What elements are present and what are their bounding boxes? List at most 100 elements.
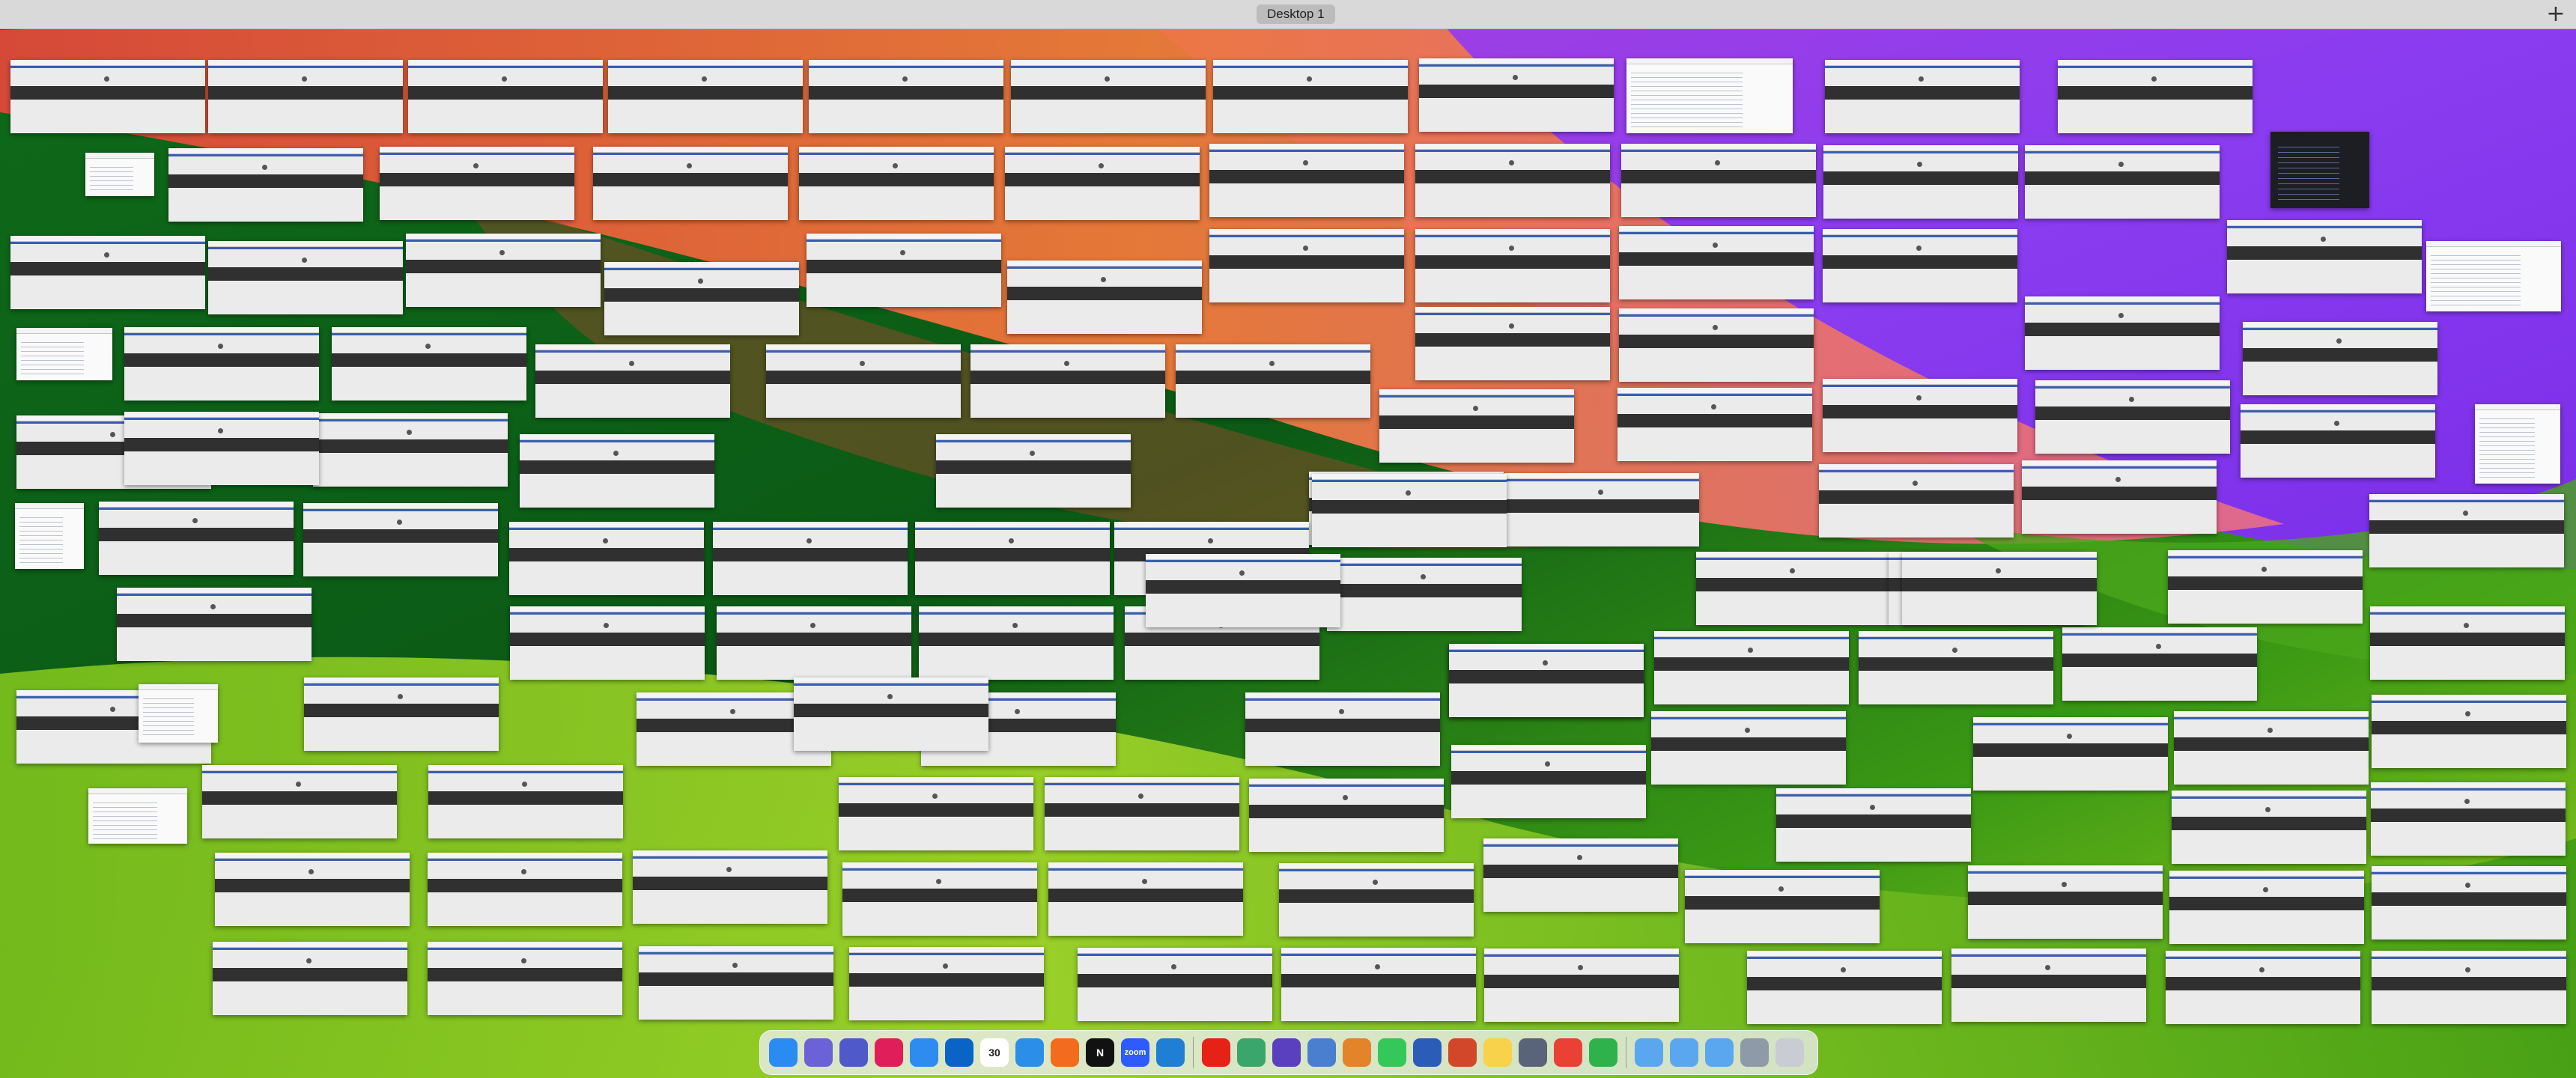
window-thumbnail[interactable] bbox=[10, 236, 205, 309]
safari-icon[interactable] bbox=[1015, 1038, 1044, 1067]
window-thumbnail[interactable] bbox=[713, 522, 908, 595]
window-thumbnail[interactable] bbox=[1281, 948, 1476, 1021]
window-thumbnail[interactable] bbox=[1617, 388, 1812, 461]
window-thumbnail[interactable] bbox=[1451, 745, 1646, 818]
window-thumbnail[interactable] bbox=[1823, 145, 2018, 219]
document-window-thumbnail[interactable] bbox=[1626, 58, 1793, 133]
trash-icon[interactable] bbox=[1775, 1038, 1804, 1067]
window-thumbnail[interactable] bbox=[2369, 494, 2564, 567]
window-thumbnail[interactable] bbox=[1654, 631, 1849, 704]
document-window-thumbnail[interactable] bbox=[139, 684, 218, 743]
window-thumbnail[interactable] bbox=[809, 60, 1003, 133]
window-thumbnail[interactable] bbox=[842, 862, 1037, 936]
numbers-icon[interactable] bbox=[1589, 1038, 1617, 1067]
window-thumbnail[interactable] bbox=[1011, 60, 1206, 133]
window-thumbnail[interactable] bbox=[1651, 711, 1846, 785]
window-thumbnail[interactable] bbox=[213, 942, 407, 1015]
window-thumbnail[interactable] bbox=[1776, 788, 1971, 862]
window-thumbnail[interactable] bbox=[1619, 226, 1814, 299]
window-thumbnail[interactable] bbox=[1048, 862, 1243, 936]
finder-icon[interactable] bbox=[769, 1038, 798, 1067]
notion-icon[interactable]: N bbox=[1086, 1038, 1114, 1067]
zoom-icon[interactable]: zoom bbox=[1121, 1038, 1149, 1067]
downloads-folder-icon[interactable] bbox=[1705, 1038, 1734, 1067]
window-thumbnail[interactable] bbox=[794, 677, 988, 751]
window-thumbnail[interactable] bbox=[2025, 296, 2220, 370]
window-thumbnail[interactable] bbox=[1146, 554, 1340, 627]
window-thumbnail[interactable] bbox=[2372, 951, 2566, 1024]
document-window-thumbnail[interactable] bbox=[15, 503, 84, 569]
window-thumbnail[interactable] bbox=[1968, 865, 2163, 939]
window-thumbnail[interactable] bbox=[1747, 951, 1942, 1024]
window-thumbnail[interactable] bbox=[313, 413, 508, 487]
window-thumbnail[interactable] bbox=[2169, 871, 2364, 944]
window-thumbnail[interactable] bbox=[1819, 464, 2014, 538]
window-thumbnail[interactable] bbox=[202, 765, 397, 838]
window-thumbnail[interactable] bbox=[1078, 948, 1272, 1021]
window-thumbnail[interactable] bbox=[1619, 308, 1814, 382]
window-thumbnail[interactable] bbox=[168, 148, 363, 222]
window-thumbnail[interactable] bbox=[406, 234, 601, 307]
window-thumbnail[interactable] bbox=[2241, 404, 2435, 478]
window-thumbnail[interactable] bbox=[1045, 777, 1239, 850]
window-thumbnail[interactable] bbox=[2227, 220, 2422, 293]
window-thumbnail[interactable] bbox=[1245, 692, 1440, 766]
window-thumbnail[interactable] bbox=[1312, 474, 1507, 547]
window-thumbnail[interactable] bbox=[970, 344, 1165, 418]
window-thumbnail[interactable] bbox=[124, 412, 319, 485]
window-thumbnail[interactable] bbox=[2025, 145, 2220, 219]
script-editor-icon[interactable] bbox=[1237, 1038, 1266, 1067]
window-thumbnail[interactable] bbox=[839, 777, 1033, 850]
window-thumbnail[interactable] bbox=[1859, 631, 2053, 704]
obsidian-icon[interactable] bbox=[1272, 1038, 1301, 1067]
window-thumbnail[interactable] bbox=[428, 853, 622, 926]
window-thumbnail[interactable] bbox=[2372, 695, 2566, 768]
window-thumbnail[interactable] bbox=[1249, 779, 1444, 852]
window-thumbnail[interactable] bbox=[806, 234, 1001, 307]
window-thumbnail[interactable] bbox=[1825, 60, 2020, 133]
window-thumbnail[interactable] bbox=[117, 588, 312, 661]
applications-folder-icon[interactable] bbox=[1635, 1038, 1663, 1067]
window-thumbnail[interactable] bbox=[1823, 229, 2017, 302]
window-thumbnail[interactable] bbox=[919, 606, 1114, 680]
chrome-icon[interactable] bbox=[1554, 1038, 1582, 1067]
calendar-icon[interactable]: 30 bbox=[980, 1038, 1009, 1067]
remote-desktop-icon[interactable] bbox=[1519, 1038, 1547, 1067]
window-thumbnail[interactable] bbox=[639, 946, 833, 1020]
youtube-icon[interactable] bbox=[1202, 1038, 1230, 1067]
screenshots-stack-icon[interactable] bbox=[1740, 1038, 1769, 1067]
document-window-thumbnail[interactable] bbox=[88, 788, 187, 844]
window-thumbnail[interactable] bbox=[2372, 866, 2566, 940]
window-thumbnail[interactable] bbox=[1621, 144, 1816, 217]
mail-icon[interactable] bbox=[910, 1038, 938, 1067]
window-thumbnail[interactable] bbox=[1449, 644, 1644, 717]
window-thumbnail[interactable] bbox=[2035, 380, 2230, 454]
window-thumbnail[interactable] bbox=[1209, 144, 1404, 217]
documents-folder-icon[interactable] bbox=[1670, 1038, 1698, 1067]
window-thumbnail[interactable] bbox=[304, 677, 499, 751]
terminal-window-thumbnail[interactable] bbox=[2270, 132, 2369, 208]
window-thumbnail[interactable] bbox=[915, 522, 1110, 595]
window-thumbnail[interactable] bbox=[124, 327, 319, 401]
window-thumbnail[interactable] bbox=[799, 147, 994, 220]
vscode-icon[interactable] bbox=[1156, 1038, 1185, 1067]
window-thumbnail[interactable] bbox=[380, 147, 574, 220]
window-thumbnail[interactable] bbox=[1483, 838, 1678, 912]
window-thumbnail[interactable] bbox=[1415, 144, 1610, 217]
desktop-1-space-tab[interactable]: Desktop 1 bbox=[1257, 4, 1335, 24]
outlook-icon[interactable] bbox=[945, 1038, 973, 1067]
window-thumbnail[interactable] bbox=[509, 522, 704, 595]
powerpoint-icon[interactable] bbox=[1448, 1038, 1477, 1067]
window-thumbnail[interactable] bbox=[1213, 60, 1408, 133]
window-thumbnail[interactable] bbox=[510, 606, 705, 680]
launchpad-icon[interactable] bbox=[804, 1038, 833, 1067]
window-thumbnail[interactable] bbox=[1419, 58, 1614, 132]
window-thumbnail[interactable] bbox=[520, 434, 714, 508]
window-thumbnail[interactable] bbox=[1209, 229, 1404, 302]
window-thumbnail[interactable] bbox=[849, 947, 1044, 1020]
window-thumbnail[interactable] bbox=[303, 503, 498, 576]
window-thumbnail[interactable] bbox=[1007, 261, 1202, 334]
window-thumbnail[interactable] bbox=[1415, 229, 1610, 302]
window-thumbnail[interactable] bbox=[2166, 951, 2360, 1024]
window-thumbnail[interactable] bbox=[2058, 60, 2253, 133]
